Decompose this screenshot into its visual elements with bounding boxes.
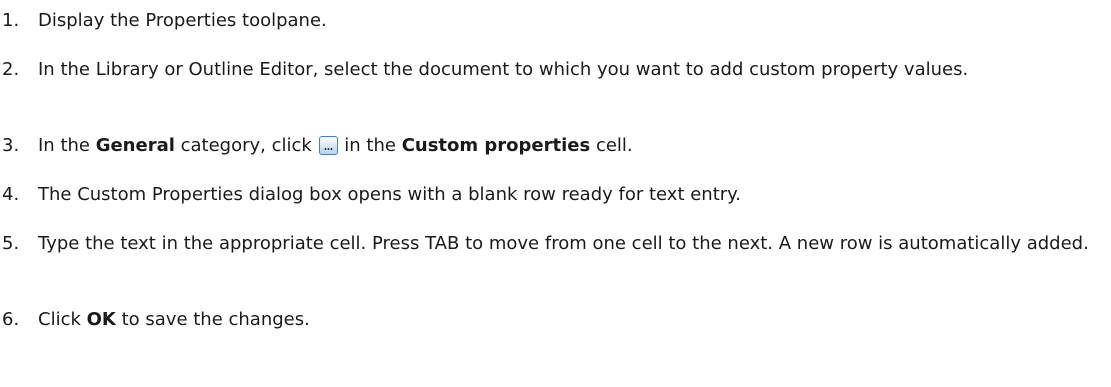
step-number: 6.: [2, 309, 20, 330]
step-text: The Custom Properties dialog box opens w…: [38, 184, 741, 205]
step-number: 4.: [2, 184, 20, 205]
step-text-part: to save the changes.: [115, 309, 310, 330]
step-text: In the General category, click in the Cu…: [38, 133, 1100, 158]
step-text-part: cell.: [590, 135, 633, 156]
step-text-part: category, click: [174, 135, 318, 156]
step-1: 1. Display the Properties toolpane.: [0, 8, 1100, 33]
step-text-part: In the: [38, 135, 96, 156]
step-text: Type the text in the appropriate cell. P…: [38, 233, 1089, 254]
step-number: 3.: [2, 135, 20, 156]
step-text-part: in the: [338, 135, 402, 156]
step-number: 1.: [2, 10, 20, 31]
step-4: 4. The Custom Properties dialog box open…: [0, 182, 1100, 207]
step-number: 5.: [2, 233, 20, 254]
step-5: 5. Type the text in the appropriate cell…: [0, 231, 1100, 256]
step-text: In the Library or Outline Editor, select…: [38, 59, 969, 80]
general-category-label: General: [95, 135, 175, 156]
custom-properties-label: Custom properties: [401, 135, 591, 156]
step-text-part: Click: [38, 309, 87, 330]
ok-label: OK: [86, 309, 116, 330]
ellipsis-button-icon: [318, 136, 338, 155]
step-number: 2.: [2, 59, 20, 80]
procedure-steps: 1. Display the Properties toolpane. 2. I…: [0, 0, 1111, 387]
step-3: 3. In the General category, click in the…: [0, 133, 1100, 158]
step-text: Click OK to save the changes.: [38, 307, 1100, 332]
step-6: 6. Click OK to save the changes.: [0, 307, 1100, 332]
step-text: Display the Properties toolpane.: [38, 10, 327, 31]
step-2: 2. In the Library or Outline Editor, sel…: [0, 57, 1100, 82]
